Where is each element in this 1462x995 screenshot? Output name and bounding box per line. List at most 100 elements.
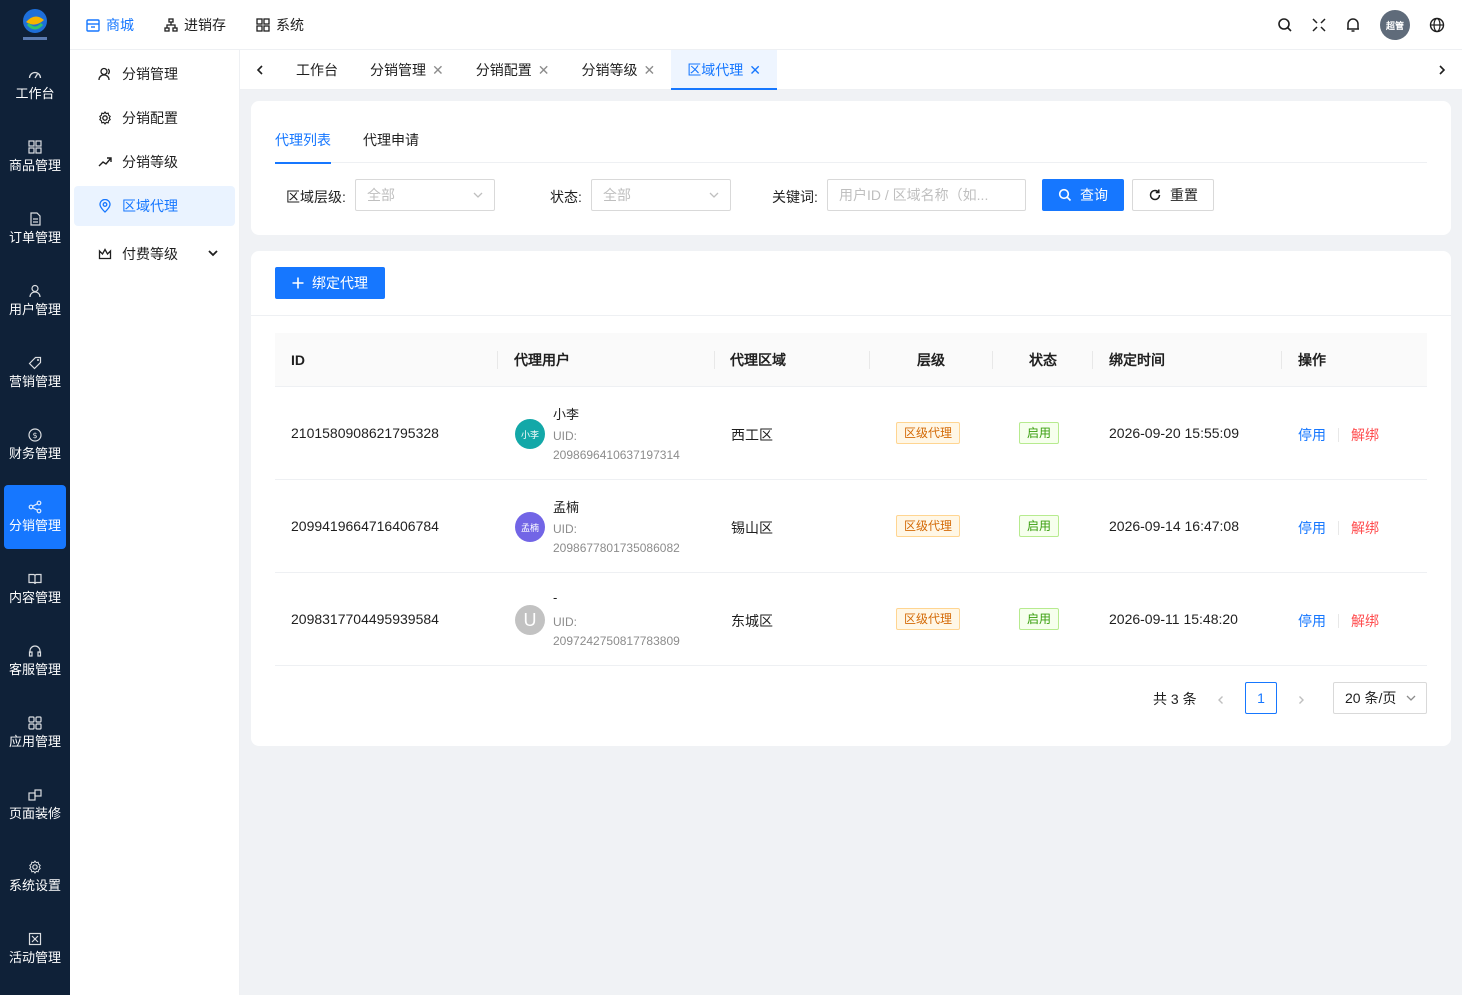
column-header: 层级 xyxy=(917,352,945,368)
top-header: 商城 进销存 系统 超管 xyxy=(70,0,1462,50)
rail-item-label: 财务管理 xyxy=(8,446,61,461)
column-separator xyxy=(714,351,715,369)
subnav-label: 区域代理 xyxy=(122,198,178,214)
rail-item[interactable]: 客服管理 xyxy=(4,629,66,693)
next-page-icon[interactable] xyxy=(1285,684,1317,716)
admin-avatar[interactable]: 超管 xyxy=(1380,10,1410,40)
user-icon xyxy=(28,284,42,298)
rail-item[interactable]: 用户管理 xyxy=(4,269,66,333)
dashboard-icon xyxy=(28,68,42,82)
level-select[interactable]: 全部 xyxy=(355,179,495,211)
disable-link[interactable]: 停用 xyxy=(1298,611,1326,631)
unbind-link[interactable]: 解绑 xyxy=(1351,518,1379,538)
grid-icon xyxy=(28,140,42,154)
topnav-system-label: 系统 xyxy=(276,17,304,33)
rail-item[interactable]: 内容管理 xyxy=(4,557,66,621)
agent-user-name: - xyxy=(553,590,558,605)
fullscreen-icon[interactable] xyxy=(1302,8,1336,42)
keyword-input[interactable]: 用户ID / 区域名称（如... xyxy=(827,179,1026,211)
layout-icon xyxy=(28,788,42,802)
bell-icon[interactable] xyxy=(1336,8,1370,42)
rail-item-label: 营销管理 xyxy=(8,374,61,389)
close-icon[interactable]: ✕ xyxy=(749,63,761,77)
prev-page-icon[interactable] xyxy=(1205,684,1237,716)
close-icon[interactable]: ✕ xyxy=(643,63,655,77)
bind-agent-button[interactable]: 绑定代理 xyxy=(275,267,385,299)
column-header: 绑定时间 xyxy=(1109,352,1165,368)
tab-distribution-manage[interactable]: 分销管理 ✕ xyxy=(354,50,460,90)
subnav-distribution-manage[interactable]: 分销管理 xyxy=(74,54,235,94)
page-size-select[interactable]: 20 条/页 xyxy=(1333,682,1427,714)
level-badge: 区级代理 xyxy=(896,422,961,444)
rail-item[interactable]: 工作台 xyxy=(4,53,66,117)
globe-icon[interactable] xyxy=(1420,8,1454,42)
chevron-down-icon xyxy=(473,192,483,198)
rail-item[interactable]: 应用管理 xyxy=(4,701,66,765)
rail-item[interactable]: $ 财务管理 xyxy=(4,413,66,477)
subtab-agent-apply[interactable]: 代理申请 xyxy=(363,129,419,163)
status-filter-label: 状态: xyxy=(550,189,582,205)
level-badge: 区级代理 xyxy=(896,515,961,537)
status-select[interactable]: 全部 xyxy=(591,179,731,211)
agent-region: 东城区 xyxy=(731,613,773,629)
avatar: U xyxy=(515,605,545,635)
rail-item[interactable]: 营销管理 xyxy=(4,341,66,405)
tab-label: 工作台 xyxy=(296,62,338,78)
status-badge: 启用 xyxy=(1019,515,1060,537)
header-actions: 超管 xyxy=(1268,0,1454,50)
agent-user-uid: UID: 2098696410637197314 xyxy=(553,429,680,462)
tabs-scroll-left-icon[interactable] xyxy=(242,50,278,90)
document-icon xyxy=(28,212,42,226)
reset-button-label: 重置 xyxy=(1170,187,1198,203)
unbind-link[interactable]: 解绑 xyxy=(1351,611,1379,631)
rail-item[interactable]: 活动管理 xyxy=(4,917,66,981)
tab-distribution-level[interactable]: 分销等级 ✕ xyxy=(565,50,671,90)
column-separator xyxy=(869,351,870,369)
system-icon xyxy=(256,18,270,32)
topnav-inventory[interactable]: 进销存 xyxy=(164,15,226,35)
avatar: 孟楠 xyxy=(515,512,545,542)
table-row: 2099419664716406784 孟楠 孟楠 UID: 209867780173… xyxy=(275,480,1427,573)
rail-item[interactable]: 订单管理 xyxy=(4,197,66,261)
page-number[interactable]: 1 xyxy=(1245,682,1277,714)
subnav-label: 分销配置 xyxy=(122,110,178,126)
column-header: 代理用户 xyxy=(514,352,570,368)
topnav-store[interactable]: 商城 xyxy=(86,15,134,35)
agent-user-uid: UID: 2098677801735086082 xyxy=(553,522,680,555)
reset-button[interactable]: 重置 xyxy=(1132,179,1214,211)
tab-region-agent[interactable]: 区域代理 ✕ xyxy=(671,50,777,90)
search-icon[interactable] xyxy=(1268,8,1302,42)
tab-distribution-config[interactable]: 分销配置 ✕ xyxy=(460,50,566,90)
column-separator xyxy=(1281,351,1282,369)
disable-link[interactable]: 停用 xyxy=(1298,518,1326,538)
search-button[interactable]: 查询 xyxy=(1042,179,1124,211)
tab-workbench[interactable]: 工作台 xyxy=(280,50,354,90)
subnav-distribution-level[interactable]: 分销等级 xyxy=(74,142,235,182)
pagination-total: 共 3 条 xyxy=(1153,691,1197,707)
rail-item[interactable]: 系统设置 xyxy=(4,845,66,909)
keyword-filter-label: 关键词: xyxy=(772,189,818,205)
bind-agent-button-label: 绑定代理 xyxy=(312,275,368,291)
subnav-distribution-config[interactable]: 分销配置 xyxy=(74,98,235,138)
subnav-region-agent[interactable]: 区域代理 xyxy=(74,186,235,226)
activity-icon xyxy=(28,932,42,946)
tabs-scroll-right-icon[interactable] xyxy=(1424,50,1460,90)
rail-item[interactable]: 页面装修 xyxy=(4,773,66,837)
gear-icon xyxy=(99,111,111,125)
column-separator xyxy=(1092,351,1093,369)
brand-logo[interactable] xyxy=(0,0,70,50)
unbind-link[interactable]: 解绑 xyxy=(1351,425,1379,445)
disable-link[interactable]: 停用 xyxy=(1298,425,1326,445)
rail-item[interactable]: 分销管理 xyxy=(4,485,66,549)
tabs: 工作台 分销管理 ✕ 分销配置 ✕ 分销等级 ✕ 区域代理 ✕ xyxy=(280,50,777,90)
subnav-label: 分销管理 xyxy=(122,66,178,82)
rail-item[interactable]: 商品管理 xyxy=(4,125,66,189)
close-icon[interactable]: ✕ xyxy=(432,63,444,77)
rail-item-label: 内容管理 xyxy=(8,590,61,605)
agent-user-name: 孟楠 xyxy=(553,500,580,515)
close-icon[interactable]: ✕ xyxy=(538,63,550,77)
subtab-agent-list[interactable]: 代理列表 xyxy=(275,129,331,164)
topnav-system[interactable]: 系统 xyxy=(256,15,304,35)
level-badge: 区级代理 xyxy=(896,608,961,630)
subnav-paid-level[interactable]: 付费等级 xyxy=(74,234,235,274)
